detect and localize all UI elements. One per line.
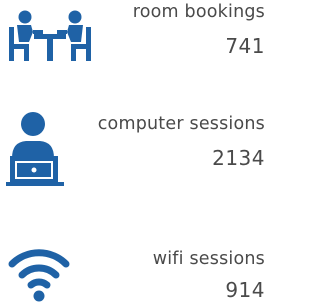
stat-value: 2134	[212, 146, 265, 170]
stat-label: room bookings	[132, 2, 265, 22]
stat-room-bookings: room bookings 741	[0, 0, 269, 100]
stat-value: 914	[225, 278, 265, 302]
stat-value: 741	[225, 34, 265, 58]
stat-computer-sessions: computer sessions 2134	[0, 100, 269, 200]
stat-wifi-sessions: wifi sessions 914	[0, 200, 269, 302]
stat-label: wifi sessions	[152, 249, 265, 269]
meeting-table-icon	[6, 10, 96, 70]
stat-label: computer sessions	[97, 114, 265, 134]
computer-user-icon	[6, 112, 64, 190]
wifi-icon	[6, 246, 72, 306]
